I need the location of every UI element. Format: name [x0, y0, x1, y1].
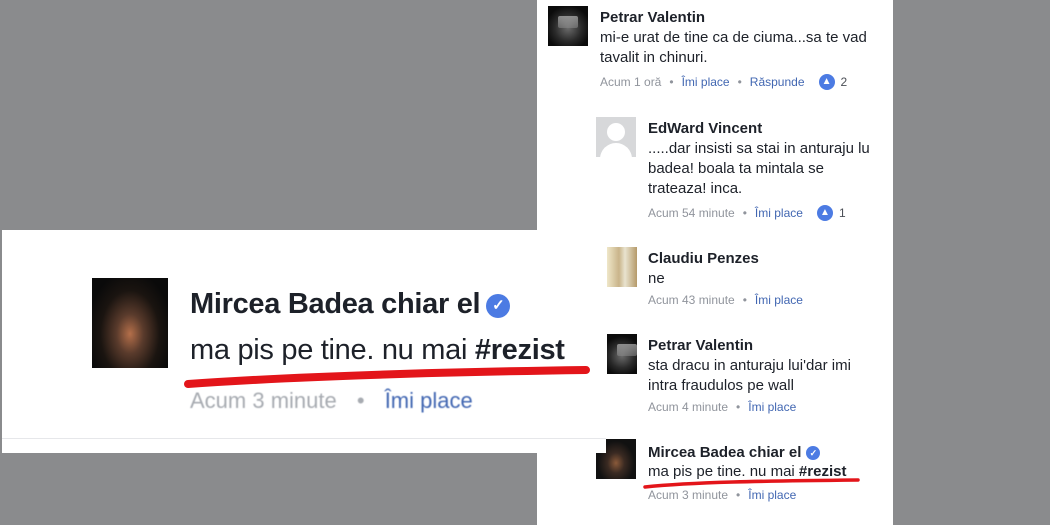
comment-timestamp[interactable]: Acum 3 minute [648, 488, 728, 502]
comment-author[interactable]: Claudiu Penzes [648, 250, 759, 267]
hashtag-link[interactable]: #rezist [475, 334, 565, 366]
avatar[interactable] [548, 6, 588, 46]
comment-meta: Acum 1 oră • Îmi place • Răspunde ▲ 2 [600, 74, 847, 90]
like-link[interactable]: Îmi place [682, 75, 730, 89]
comment: Petrar Valentin sta dracu in anturaju lu… [607, 334, 877, 419]
comment: Petrar Valentin mi-e urat de tine ca de … [548, 6, 888, 96]
like-count[interactable]: 1 [839, 206, 846, 220]
comment-text: .....dar insisti sa stai in anturaju lu … [648, 140, 870, 197]
comment-meta: Acum 3 minute • Îmi place [648, 488, 796, 502]
text-plain: ma pis pe tine. nu mai [190, 334, 475, 366]
separator: • [737, 75, 742, 89]
separator: • [669, 75, 674, 89]
like-link[interactable]: Îmi place [755, 293, 803, 307]
divider [2, 438, 606, 439]
like-link[interactable]: Îmi place [748, 488, 796, 502]
separator: • [736, 400, 741, 414]
comment-timestamp[interactable]: Acum 43 minute [648, 293, 735, 307]
comment-author[interactable]: EdWard Vincent [648, 120, 762, 137]
separator: • [742, 206, 747, 220]
like-link[interactable]: Îmi place [385, 388, 473, 413]
inset-author[interactable]: Mircea Badea chiar el ✓ [190, 288, 511, 321]
separator: • [736, 488, 741, 502]
like-count[interactable]: 2 [841, 75, 848, 89]
gorilla-avatar[interactable] [92, 278, 168, 368]
inset-comment-text: ma pis pe tine. nu mai #rezist [190, 334, 565, 367]
comment: Claudiu Penzes ne Acum 43 minute • Îmi p… [607, 247, 877, 312]
author-name: Mircea Badea chiar el [648, 444, 802, 461]
comment-author[interactable]: Petrar Valentin [648, 337, 753, 354]
comment-meta: Acum 54 minute • Îmi place ▲ 1 [648, 205, 846, 221]
zoomed-comment-inset: Mircea Badea chiar el ✓ ma pis pe tine. n… [2, 230, 606, 453]
comment-text: sta dracu in anturaju lui'dar imi intra … [648, 357, 851, 394]
comment-timestamp[interactable]: Acum 1 oră [600, 75, 661, 89]
comment-author[interactable]: Petrar Valentin [600, 9, 705, 26]
comment-timestamp[interactable]: Acum 3 minute [190, 388, 337, 413]
separator: • [742, 293, 747, 307]
comment-text: ma pis pe tine. nu mai #rezist [648, 462, 846, 482]
comment: Mircea Badea chiar el ✓ ma pis pe tine. n… [596, 439, 886, 509]
comment-text: ne [648, 270, 665, 287]
text-plain: ma pis pe tine. nu mai [648, 463, 799, 480]
comment: EdWard Vincent .....dar insisti sa stai … [596, 117, 886, 227]
verified-icon: ✓ [486, 294, 511, 318]
separator: • [356, 388, 365, 413]
comment-author[interactable]: Mircea Badea chiar el ✓ [648, 444, 821, 461]
comment-text: mi-e urat de tine ca de ciuma...sa te va… [600, 29, 867, 66]
avatar[interactable] [607, 247, 637, 287]
comment-meta: Acum 43 minute • Îmi place [648, 293, 803, 307]
like-link[interactable]: Îmi place [748, 400, 796, 414]
like-icon: ▲ [816, 205, 833, 221]
comment-timestamp[interactable]: Acum 4 minute [648, 400, 728, 414]
reply-link[interactable]: Răspunde [750, 75, 805, 89]
comment-timestamp[interactable]: Acum 54 minute [648, 206, 735, 220]
like-link[interactable]: Îmi place [755, 206, 803, 220]
author-name: Mircea Badea chiar el [190, 288, 481, 320]
hashtag-link[interactable]: #rezist [799, 463, 847, 480]
comment-meta: Acum 4 minute • Îmi place [648, 400, 796, 414]
default-avatar-icon[interactable] [596, 117, 636, 157]
avatar[interactable] [607, 334, 637, 374]
like-icon: ▲ [818, 74, 835, 90]
verified-icon: ✓ [806, 446, 821, 460]
inset-meta: Acum 3 minute • Îmi place [190, 388, 473, 414]
